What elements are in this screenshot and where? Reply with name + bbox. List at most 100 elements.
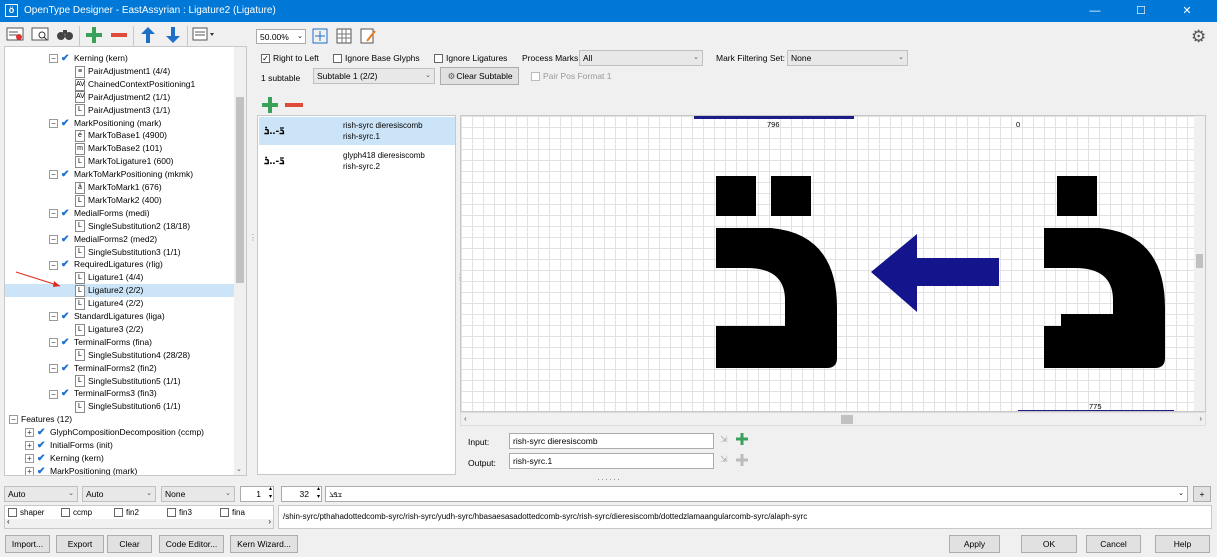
remove-rule-icon[interactable] xyxy=(285,97,303,115)
lookup-tree[interactable]: − ✔ Kerning (kern) ≡ PairAdjustment1 (4/4) AV… xyxy=(4,46,247,476)
tree-item[interactable]: + ✔ Kerning (kern) xyxy=(5,452,235,465)
tree-item[interactable]: − ✔ MarkToMarkPositioning (mkmk) xyxy=(5,168,235,181)
add-icon[interactable] xyxy=(83,26,105,46)
apply-button[interactable]: Apply xyxy=(949,535,1000,553)
import-button[interactable]: Import... xyxy=(5,535,50,553)
tree-item[interactable]: − ✔ TerminalForms2 (fin2) xyxy=(5,362,235,375)
scroll-left-icon[interactable]: ‹ xyxy=(464,414,467,423)
input-field[interactable]: rish-syrc dieresiscomb xyxy=(509,433,714,449)
tree-item[interactable]: L SingleSubstitution2 (18/18) xyxy=(5,220,235,233)
enabled-check-icon[interactable]: ✔ xyxy=(61,387,71,400)
canvas-hscroll-thumb[interactable] xyxy=(841,415,853,424)
canvas-hscroll[interactable]: ‹ › xyxy=(460,412,1206,426)
output-field[interactable]: rish-syrc.1 xyxy=(509,453,714,469)
script-combo[interactable]: Auto ⌄ xyxy=(4,486,78,502)
tree-item[interactable]: + ✔ MarkPositioning (mark) xyxy=(5,465,235,475)
tree-scroll-thumb[interactable] xyxy=(236,97,244,283)
clear-button[interactable]: Clear xyxy=(107,535,152,553)
enabled-check-icon[interactable]: ✔ xyxy=(37,452,47,465)
tree-item[interactable]: AV ChainedContextPositioning1 xyxy=(5,78,235,91)
tree-item[interactable]: − ✔ Kerning (kern) xyxy=(5,52,235,65)
process-marks-combo[interactable]: All ⌄ xyxy=(579,50,703,66)
ignore-base-glyphs-checkbox[interactable]: Ignore Base Glyphs xyxy=(333,52,420,64)
spinner-arrows-icon[interactable]: ▴ ▾ xyxy=(269,485,272,501)
settings-gear-icon[interactable]: ⚙ xyxy=(1191,27,1206,47)
add-rule-icon[interactable] xyxy=(262,97,278,115)
rule-row[interactable]: ܪ̈-..ܪ glyph418 dieresiscomb rish-syrc.2 xyxy=(259,147,455,175)
edit-glyph-icon[interactable] xyxy=(357,27,379,47)
scroll-left-icon[interactable]: ‹ xyxy=(7,517,10,526)
canvas-vscroll[interactable] xyxy=(1194,116,1205,411)
horizontal-splitter[interactable]: ······ xyxy=(597,474,621,484)
tree-item[interactable]: L SingleSubstitution4 (28/28) xyxy=(5,349,235,362)
collapse-toggle-icon[interactable]: − xyxy=(49,338,58,348)
ligature-rule-list[interactable]: ܪ̈-..ܪ rish-syrc dieresiscomb rish-syrc.… xyxy=(257,115,456,475)
collapse-toggle-icon[interactable]: − xyxy=(49,312,58,322)
tree-item[interactable]: L SingleSubstitution5 (1/1) xyxy=(5,375,235,388)
tree-item[interactable]: − ✔ StandardLigatures (liga) xyxy=(5,310,235,323)
zoom-combo[interactable]: 50.00% ⌄ xyxy=(256,29,306,44)
tree-item[interactable]: L PairAdjustment3 (1/1) xyxy=(5,104,235,117)
collapse-toggle-icon[interactable]: − xyxy=(49,54,58,64)
code-editor-button[interactable]: Code Editor... xyxy=(159,535,224,553)
tree-item[interactable]: L SingleSubstitution6 (1/1) xyxy=(5,400,235,414)
enabled-check-icon[interactable]: ✔ xyxy=(61,233,71,246)
splitter-handle[interactable]: ⋮ xyxy=(249,234,257,259)
fit-view-icon[interactable] xyxy=(309,27,331,47)
collapse-toggle-icon[interactable]: + xyxy=(25,441,34,451)
add-sample-button[interactable]: + xyxy=(1193,486,1211,502)
feature-checkbox-fin3[interactable]: fin3 xyxy=(167,508,192,518)
binoculars-icon[interactable] xyxy=(54,26,76,46)
enabled-check-icon[interactable]: ✔ xyxy=(61,168,71,181)
tree-item[interactable]: L MarkToMark2 (400) xyxy=(5,194,235,207)
tree-item[interactable]: L Ligature3 (2/2) xyxy=(5,323,235,336)
feature-hscroll[interactable]: ‹ › xyxy=(5,517,273,528)
glyph-picker-icon[interactable]: ⇲ xyxy=(720,454,728,465)
collapse-toggle-icon[interactable]: + xyxy=(25,428,34,438)
add-input-icon[interactable] xyxy=(736,433,748,447)
tree-item[interactable]: + ✔ GlyphCompositionDecomposition (ccmp) xyxy=(5,426,235,439)
close-button[interactable]: ✕ xyxy=(1164,0,1210,22)
ok-button[interactable]: OK xyxy=(1021,535,1077,553)
feature-checkbox-fin2[interactable]: fin2 xyxy=(114,508,139,518)
scroll-down-icon[interactable]: ⌄ xyxy=(236,465,242,473)
tree-item[interactable]: − ✔ TerminalForms3 (fin3) xyxy=(5,387,235,400)
collapse-toggle-icon[interactable]: − xyxy=(49,389,58,399)
collapse-toggle-icon[interactable]: − xyxy=(49,118,58,128)
tree-item[interactable]: L SingleSubstitution3 (1/1) xyxy=(5,246,235,259)
enabled-check-icon[interactable]: ✔ xyxy=(61,117,71,130)
enabled-check-icon[interactable]: ✔ xyxy=(37,439,47,452)
tree-item[interactable]: − Features (12) xyxy=(5,413,235,426)
find-lookup-icon[interactable] xyxy=(29,26,51,46)
ignore-ligatures-checkbox[interactable]: Ignore Ligatures xyxy=(434,52,507,64)
mark-filtering-combo[interactable]: None ⌄ xyxy=(787,50,908,66)
scroll-right-icon[interactable]: › xyxy=(268,517,271,526)
tree-item[interactable]: L MarkToLigature1 (600) xyxy=(5,155,235,168)
direction-combo[interactable]: None ⌄ xyxy=(161,486,235,502)
collapse-toggle-icon[interactable]: − xyxy=(49,363,58,373)
enabled-check-icon[interactable]: ✔ xyxy=(61,310,71,323)
splitter-handle[interactable]: ⋮ xyxy=(456,274,464,293)
tree-item[interactable]: m MarkToBase2 (101) xyxy=(5,142,235,156)
feature-checkbox-fina[interactable]: fina xyxy=(220,508,245,518)
subtable-combo[interactable]: Subtable 1 (2/2) ⌄ xyxy=(313,68,435,84)
new-feature-icon[interactable] xyxy=(4,26,26,46)
collapse-toggle-icon[interactable]: − xyxy=(49,234,58,244)
collapse-toggle-icon[interactable]: − xyxy=(49,260,58,270)
add-output-icon[interactable] xyxy=(736,454,748,468)
kern-wizard-button[interactable]: Kern Wizard... xyxy=(230,535,298,553)
enabled-check-icon[interactable]: ✔ xyxy=(37,465,47,475)
collapse-toggle-icon[interactable]: − xyxy=(49,209,58,219)
tree-item[interactable]: é MarkToBase1 (4900) xyxy=(5,129,235,143)
remove-icon[interactable] xyxy=(108,26,130,46)
collapse-toggle-icon[interactable]: + xyxy=(25,467,34,475)
help-button[interactable]: Help xyxy=(1155,535,1210,553)
view-options-icon[interactable] xyxy=(191,26,217,46)
tree-item[interactable]: ≡ PairAdjustment1 (4/4) xyxy=(5,65,235,78)
clear-subtable-button[interactable]: ⚙Clear Subtable xyxy=(440,67,519,85)
tree-item[interactable]: − ✔ MarkPositioning (mark) xyxy=(5,117,235,130)
scroll-right-icon[interactable]: › xyxy=(1199,414,1202,423)
right-to-left-checkbox[interactable]: ✓ Right to Left xyxy=(261,52,319,64)
enabled-check-icon[interactable]: ✔ xyxy=(37,426,47,439)
minimize-button[interactable]: — xyxy=(1072,0,1118,22)
